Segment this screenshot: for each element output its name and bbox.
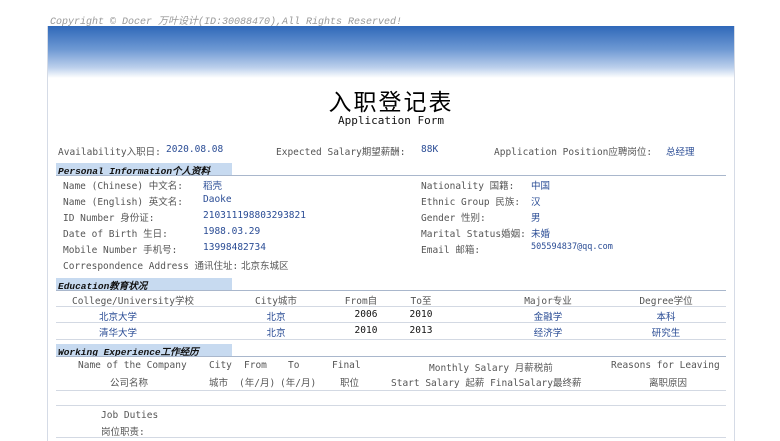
divider xyxy=(56,322,726,323)
work-col-reason-cn: 离职原因 xyxy=(649,378,688,389)
work-col-company-cn: 公司名称 xyxy=(110,378,149,389)
edu-school-cell[interactable]: 北京大学 xyxy=(63,309,173,323)
ethnic-group-value[interactable]: 汉 xyxy=(531,194,541,208)
application-position-label: Application Position应聘岗位: xyxy=(494,147,653,158)
divider xyxy=(56,339,726,340)
edu-col-school: College/University学校 xyxy=(72,296,194,307)
divider xyxy=(56,405,726,406)
edu-to-cell[interactable]: 2010 xyxy=(396,309,446,320)
work-col-salary: Monthly Salary 月薪税前 xyxy=(429,363,553,374)
edu-col-major: Major专业 xyxy=(524,296,572,307)
availability-label: Availability入职日: xyxy=(58,147,161,158)
application-position-value[interactable]: 总经理 xyxy=(666,144,695,158)
work-col-to: To xyxy=(288,360,300,371)
marital-status-value[interactable]: 未婚 xyxy=(531,226,550,240)
gender-value[interactable]: 男 xyxy=(531,210,541,224)
work-col-company: Name of the Company xyxy=(78,360,187,371)
edu-city-cell[interactable]: 北京 xyxy=(236,325,316,339)
gender-label: Gender 性别: xyxy=(421,213,486,224)
address-label: Correspondence Address 通讯住址: xyxy=(63,261,239,272)
edu-degree-cell[interactable]: 本科 xyxy=(616,309,716,323)
edu-col-degree: Degree学位 xyxy=(639,296,693,307)
job-duties-label: Job Duties xyxy=(101,410,159,421)
form-subtitle: Application Form xyxy=(338,114,444,127)
work-col-city-cn: 城市 xyxy=(209,378,229,389)
work-section-header: Working Experience工作经历 xyxy=(56,344,232,358)
nationality-label: Nationality 国籍: xyxy=(421,181,515,192)
divider xyxy=(56,290,726,291)
date-of-birth-value[interactable]: 1988.03.29 xyxy=(203,226,260,237)
education-section-header: Education教育状况 xyxy=(56,278,232,292)
marital-status-label: Marital Status婚姻: xyxy=(421,229,526,240)
name-english-value[interactable]: Daoke xyxy=(203,194,232,205)
address-value[interactable]: 北京东城区 xyxy=(241,258,289,272)
work-col-salary-cn: Start Salary 起薪 FinalSalary最终薪 xyxy=(391,378,582,389)
personal-info-section-header: Personal Information个人资料 xyxy=(56,163,232,177)
divider xyxy=(56,356,726,357)
work-col-final: Final xyxy=(332,360,361,371)
divider xyxy=(56,437,726,438)
id-number-label: ID Number 身份证: xyxy=(63,213,155,224)
availability-value[interactable]: 2020.08.08 xyxy=(166,144,223,155)
header-banner xyxy=(48,26,734,78)
application-form-sheet: 入职登记表 Application Form Availability入职日: … xyxy=(47,26,735,441)
mobile-number-value[interactable]: 13998482734 xyxy=(203,242,266,253)
edu-school-cell[interactable]: 清华大学 xyxy=(63,325,173,339)
edu-degree-cell[interactable]: 研究生 xyxy=(616,325,716,339)
form-title: 入职登记表 xyxy=(328,90,454,116)
divider xyxy=(56,306,726,307)
edu-to-cell[interactable]: 2013 xyxy=(396,325,446,336)
expected-salary-value[interactable]: 88K xyxy=(421,144,438,155)
work-col-reason: Reasons for Leaving xyxy=(611,360,720,371)
name-chinese-label: Name (Chinese) 中文名: xyxy=(63,181,184,192)
work-col-final-cn: 职位 xyxy=(340,378,360,389)
edu-from-cell[interactable]: 2006 xyxy=(341,309,391,320)
expected-salary-label: Expected Salary期望薪酬: xyxy=(276,147,406,158)
email-label: Email 邮箱: xyxy=(421,245,481,256)
id-number-value[interactable]: 210311198803293821 xyxy=(203,210,306,221)
date-of-birth-label: Date of Birth 生日: xyxy=(63,229,168,240)
edu-city-cell[interactable]: 北京 xyxy=(236,309,316,323)
work-col-from-cn: (年/月) xyxy=(239,378,276,389)
divider xyxy=(56,175,726,176)
divider xyxy=(56,390,726,391)
work-col-city: City xyxy=(209,360,232,371)
work-col-from: From xyxy=(244,360,267,371)
email-value[interactable]: 505594837@qq.com xyxy=(531,242,613,252)
edu-major-cell[interactable]: 金融学 xyxy=(503,309,593,323)
edu-col-from: From自 xyxy=(344,296,378,307)
name-chinese-value[interactable]: 稻壳 xyxy=(203,178,222,192)
ethnic-group-label: Ethnic Group 民族: xyxy=(421,197,521,208)
edu-col-city: City城市 xyxy=(255,296,297,307)
nationality-value[interactable]: 中国 xyxy=(531,178,550,192)
job-duties-label-cn: 岗位职责: xyxy=(101,427,145,438)
work-col-to-cn: (年/月) xyxy=(280,378,317,389)
edu-from-cell[interactable]: 2010 xyxy=(341,325,391,336)
edu-col-to: To至 xyxy=(410,296,432,307)
name-english-label: Name (English) 英文名: xyxy=(63,197,184,208)
edu-major-cell[interactable]: 经济学 xyxy=(503,325,593,339)
mobile-number-label: Mobile Number 手机号: xyxy=(63,245,178,256)
